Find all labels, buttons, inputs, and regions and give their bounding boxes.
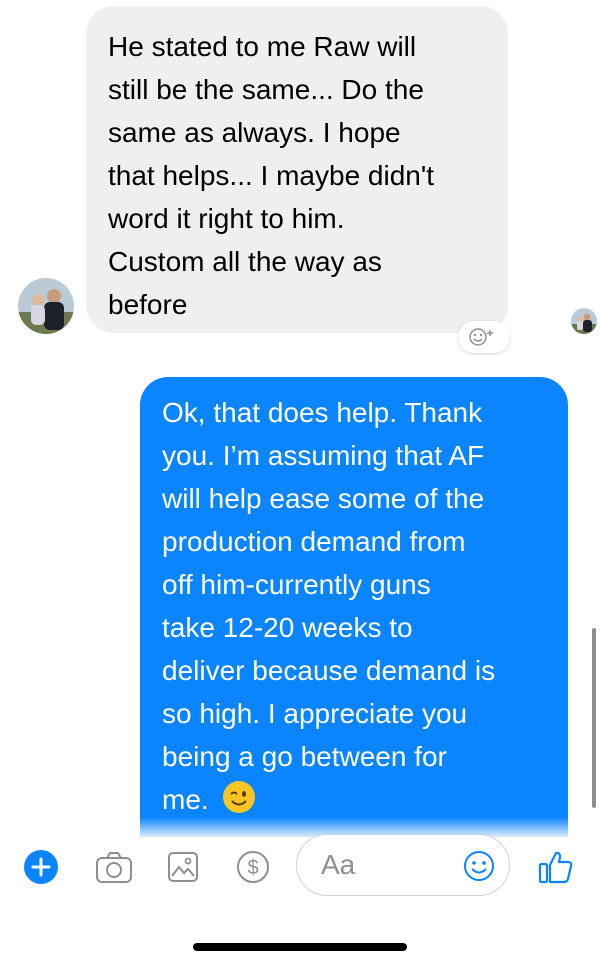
read-receipt-avatar bbox=[571, 308, 597, 334]
emoji-button[interactable] bbox=[463, 850, 495, 882]
thumbs-up-icon bbox=[538, 851, 573, 884]
sent-message-text: Ok, that does help. Thank you. I’m assum… bbox=[162, 397, 496, 815]
dollar-icon: $ bbox=[237, 851, 269, 883]
like-button[interactable] bbox=[537, 848, 575, 886]
winking-face-emoji bbox=[222, 781, 255, 813]
camera-icon bbox=[96, 852, 132, 883]
composer-fade bbox=[0, 817, 600, 837]
sent-message-bubble[interactable]: Ok, that does help. Thank you. I’m assum… bbox=[140, 377, 568, 837]
home-indicator[interactable] bbox=[193, 943, 407, 951]
add-reaction-button[interactable] bbox=[458, 321, 510, 353]
emoji-icon bbox=[464, 851, 494, 881]
photo-icon bbox=[168, 852, 198, 882]
scrollbar[interactable] bbox=[592, 628, 596, 808]
svg-text:$: $ bbox=[247, 857, 258, 879]
contact-avatar[interactable] bbox=[18, 278, 74, 334]
plus-icon bbox=[31, 857, 51, 877]
photo-gallery-button[interactable] bbox=[166, 850, 200, 889]
message-input-placeholder: Aa bbox=[321, 849, 356, 880]
received-message-bubble[interactable]: He stated to me Raw will still be the sa… bbox=[86, 6, 508, 333]
more-actions-button[interactable] bbox=[24, 850, 58, 884]
payment-button[interactable]: $ bbox=[235, 849, 271, 890]
camera-button[interactable] bbox=[94, 850, 134, 891]
message-input[interactable]: Aa bbox=[296, 834, 510, 896]
